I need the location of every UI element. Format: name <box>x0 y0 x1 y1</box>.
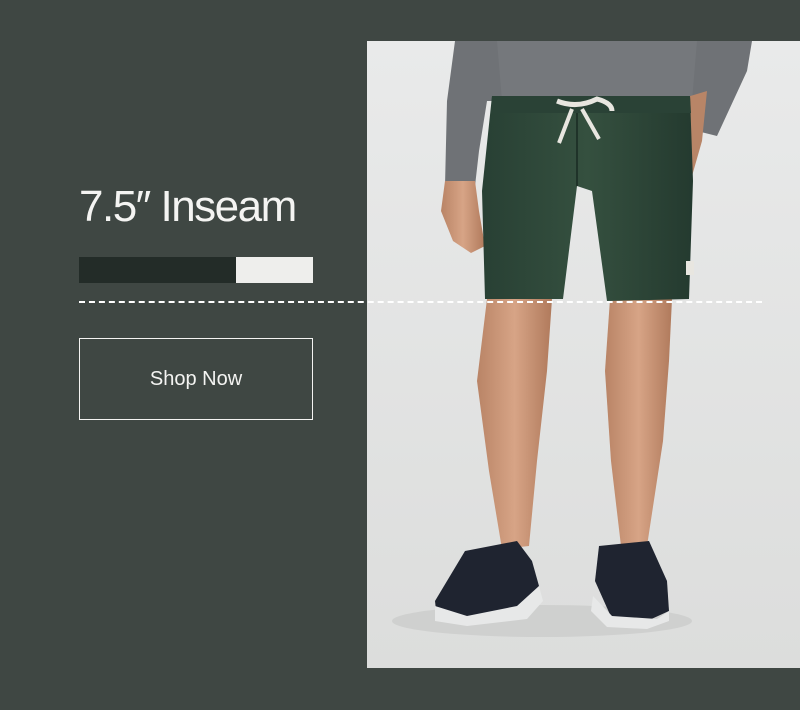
inseam-measure-line <box>79 301 762 303</box>
inseam-headline: 7.5″ Inseam <box>79 182 297 231</box>
inseam-length-fill <box>79 257 236 283</box>
product-photo <box>367 41 800 668</box>
shop-now-label: Shop Now <box>149 367 243 390</box>
inseam-length-bar <box>79 257 313 283</box>
shop-now-button[interactable]: Shop Now <box>79 338 313 420</box>
